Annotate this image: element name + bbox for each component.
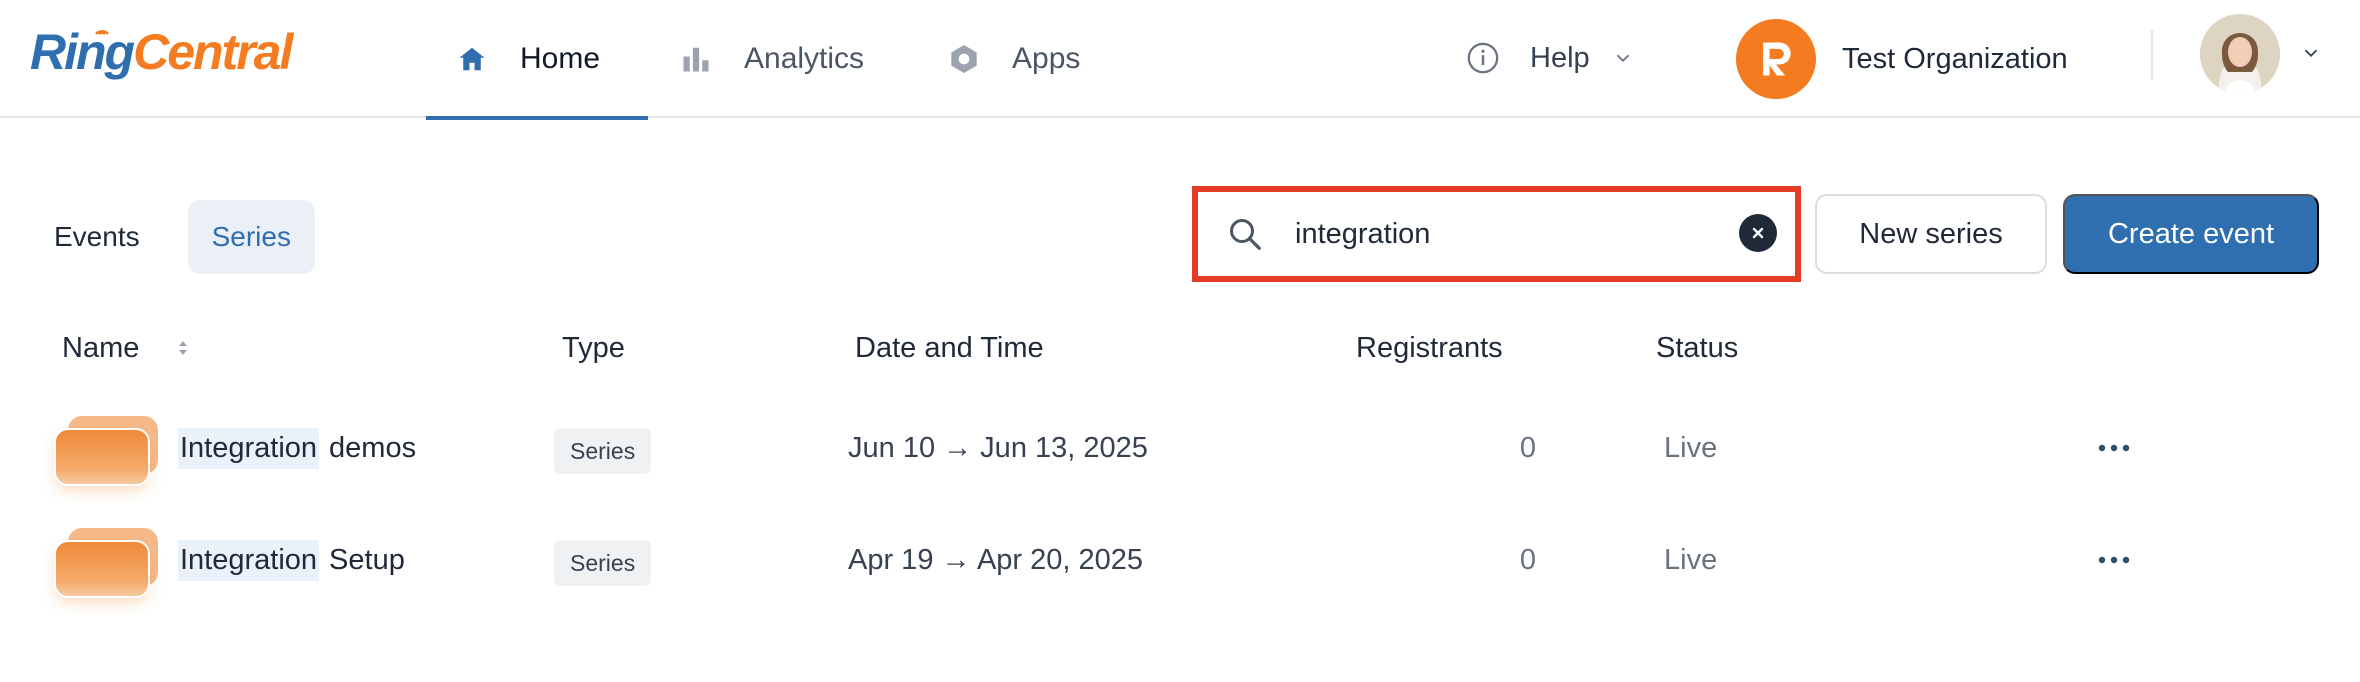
tab-series[interactable]: Series bbox=[187, 200, 315, 274]
series-thumbnail bbox=[54, 528, 160, 598]
chevron-down-icon[interactable] bbox=[2300, 42, 2322, 64]
registrants-count: 0 bbox=[1519, 432, 1536, 464]
nav-item-label: Home bbox=[520, 42, 601, 75]
organization-logo-icon bbox=[1736, 19, 1816, 99]
type-badge: Series bbox=[554, 540, 652, 586]
series-name[interactable]: Integration demos bbox=[178, 428, 417, 469]
date-time: Apr 19 → Apr 20, 2025 bbox=[848, 544, 1144, 576]
tab-events[interactable]: Events bbox=[30, 200, 164, 274]
search-field[interactable] bbox=[1203, 196, 1790, 272]
search-match-highlight: Integration bbox=[178, 428, 320, 469]
nav-item-label: Analytics bbox=[744, 42, 865, 75]
registrants-count: 0 bbox=[1519, 544, 1536, 576]
help-menu[interactable]: Help bbox=[1466, 34, 1634, 82]
thumbnail-card-front bbox=[54, 428, 150, 486]
column-header-name[interactable]: Name bbox=[62, 328, 139, 368]
column-header-registrants: Registrants bbox=[1356, 331, 1503, 364]
more-options-button[interactable] bbox=[2094, 428, 2134, 468]
status-text: Live bbox=[1664, 432, 1718, 464]
help-label: Help bbox=[1530, 41, 1590, 74]
logo-signal-icon bbox=[95, 30, 109, 35]
table-row[interactable]: Integration demos Series Jun 10 → Jun 13,… bbox=[0, 394, 2360, 506]
series-name-rest: demos bbox=[329, 432, 417, 464]
column-header-date-time: Date and Time bbox=[855, 331, 1044, 364]
close-icon bbox=[1752, 227, 1764, 239]
series-name-rest: Setup bbox=[329, 544, 405, 576]
hexagon-icon bbox=[948, 43, 980, 75]
series-name[interactable]: Integration Setup bbox=[178, 540, 405, 581]
nav-item-analytics[interactable]: Analytics bbox=[680, 0, 864, 118]
status-text: Live bbox=[1664, 544, 1718, 576]
search-input[interactable] bbox=[1295, 210, 1715, 258]
header-divider bbox=[2151, 30, 2153, 80]
nav-item-apps[interactable]: Apps bbox=[948, 0, 1080, 118]
search-icon bbox=[1230, 219, 1261, 250]
organization-name: Test Organization bbox=[1842, 42, 2068, 75]
ringcentral-logo[interactable]: RingCentral bbox=[30, 22, 293, 82]
new-series-button[interactable]: New series bbox=[1815, 194, 2047, 274]
type-badge: Series bbox=[554, 428, 652, 474]
chevron-down-icon bbox=[1616, 54, 1629, 63]
column-header-status: Status bbox=[1656, 331, 1739, 364]
create-event-button[interactable]: Create event bbox=[2063, 194, 2319, 274]
more-horizontal-icon bbox=[2098, 444, 2130, 452]
logo-text-central: Central bbox=[133, 24, 293, 80]
series-thumbnail bbox=[54, 416, 160, 486]
info-icon bbox=[1467, 42, 1499, 74]
bar-chart-icon bbox=[680, 43, 712, 75]
nav-item-label: Apps bbox=[1012, 42, 1081, 75]
clear-search-button[interactable] bbox=[1739, 214, 1777, 252]
organization-switcher[interactable]: Test Organization bbox=[1736, 18, 2068, 100]
nav-item-home[interactable]: Home bbox=[426, 0, 648, 120]
date-time: Jun 10 → Jun 13, 2025 bbox=[848, 432, 1148, 464]
view-tabs: Events Series bbox=[30, 200, 339, 274]
table-row[interactable]: Integration Setup Series Apr 19 → Apr 20,… bbox=[0, 506, 2360, 618]
home-icon bbox=[456, 43, 488, 75]
logo-text-ring: Ring bbox=[30, 24, 135, 80]
user-avatar[interactable] bbox=[2200, 14, 2280, 94]
more-options-button[interactable] bbox=[2094, 540, 2134, 580]
thumbnail-card-front bbox=[54, 540, 150, 598]
column-header-type: Type bbox=[562, 331, 625, 364]
sort-icon[interactable] bbox=[176, 336, 190, 360]
more-horizontal-icon bbox=[2098, 556, 2130, 564]
search-match-highlight: Integration bbox=[178, 540, 320, 581]
top-bar: RingCentral Home Analytics Apps Help Tes… bbox=[0, 0, 2360, 120]
